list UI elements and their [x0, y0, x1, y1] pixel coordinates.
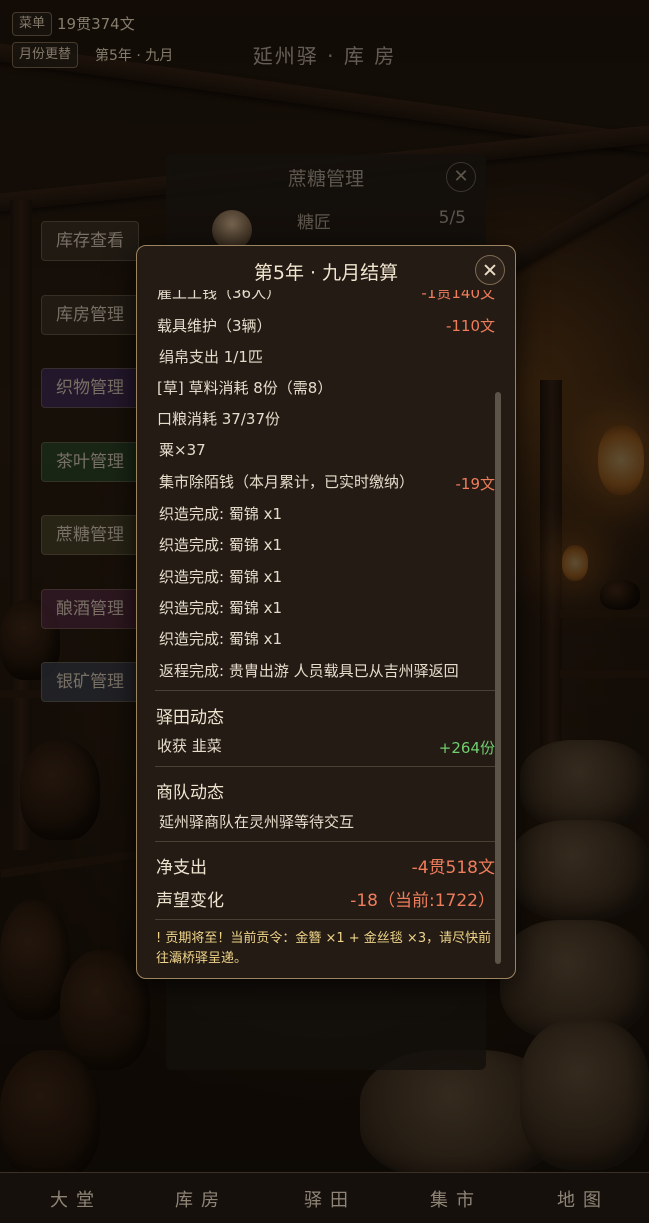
row-label: 绢帛支出 1/1匹 — [159, 348, 263, 366]
scrollbar-thumb[interactable] — [495, 392, 501, 964]
caravan-section-heading: 商队动态 — [156, 783, 224, 803]
row-value: +264份 — [438, 739, 495, 757]
row-label: 织造完成: 蜀锦 x1 — [159, 536, 283, 554]
row-label: 集市除陌钱（本月累计，已实时缴纳） — [159, 473, 415, 491]
tribute-warning: ! 贡期将至！当前贡令：金簪 ×1 + 金丝毯 ×3，请尽快前往灞桥驿呈递。 — [156, 931, 492, 966]
row-label: 声望变化 — [156, 891, 224, 911]
nav-map[interactable]: 地图 — [557, 1186, 609, 1212]
net-expense-row: 净支出 -4贯518文 — [156, 853, 495, 878]
settlement-scroll-area[interactable]: 雇工工钱（36人） -1贯140文 载具维护（3辆） -110文 绢帛支出 1/… — [137, 290, 515, 968]
divider — [155, 841, 495, 842]
row-label: 织造完成: 蜀锦 x1 — [159, 505, 283, 523]
list-item: 粟×37 — [159, 439, 495, 460]
row-value: -19文 — [455, 475, 496, 493]
modal-title: 第5年 · 九月结算 — [253, 262, 399, 284]
net-expense-value: -4贯518文 — [411, 858, 495, 878]
row-label: 载具维护（3辆） — [157, 317, 272, 335]
reputation-row: 声望变化 -18（当前:1722） — [156, 886, 495, 911]
scrollbar[interactable] — [495, 290, 501, 966]
list-item: 载具维护（3辆） -110文 — [157, 315, 495, 336]
list-item: 集市除陌钱（本月累计，已实时缴纳） -19文 — [159, 471, 496, 493]
nav-market[interactable]: 集市 — [430, 1186, 482, 1212]
list-item: [草] 草料消耗 8份（需8） — [157, 377, 495, 398]
list-item: 织造完成: 蜀锦 x1 — [159, 503, 495, 524]
row-label: 织造完成: 蜀锦 x1 — [159, 599, 283, 617]
bottom-nav: 大堂 库房 驿田 集市 地图 — [0, 1172, 649, 1223]
row-label: 收获 韭菜 — [157, 737, 222, 755]
nav-warehouse[interactable]: 库房 — [175, 1186, 227, 1212]
row-value: -1贯140文 — [421, 290, 495, 302]
list-item: 织造完成: 蜀锦 x1 — [159, 628, 495, 649]
row-label: 口粮消耗 37/37份 — [157, 410, 280, 428]
row-value: -110文 — [445, 317, 495, 335]
close-icon[interactable] — [475, 255, 505, 285]
divider — [155, 690, 495, 691]
list-item: 织造完成: 蜀锦 x1 — [159, 566, 495, 587]
list-item: 织造完成: 蜀锦 x1 — [159, 597, 495, 618]
row-label: 雇工工钱（36人） — [157, 290, 282, 302]
list-item: 绢帛支出 1/1匹 — [159, 346, 495, 367]
nav-hall[interactable]: 大堂 — [50, 1186, 102, 1212]
caravan-status-row: 延州驿商队在灵州驿等待交互 — [159, 811, 495, 832]
divider — [155, 766, 495, 767]
row-label: 织造完成: 蜀锦 x1 — [159, 630, 283, 648]
list-item: 雇工工钱（36人） -1贯140文 — [157, 290, 495, 303]
list-item: 返程完成: 贵胄出游 人员载具已从吉州驿返回 — [159, 660, 495, 681]
settlement-modal: 第5年 · 九月结算 雇工工钱（36人） -1贯140文 载具维护（3辆） -1… — [136, 245, 516, 979]
row-label: 返程完成: 贵胄出游 人员载具已从吉州驿返回 — [159, 662, 459, 680]
row-label: 织造完成: 蜀锦 x1 — [159, 568, 283, 586]
row-label: 粟×37 — [159, 441, 206, 459]
divider — [155, 919, 495, 920]
list-item: 口粮消耗 37/37份 — [157, 408, 495, 429]
nav-fields[interactable]: 驿田 — [304, 1186, 356, 1212]
list-item: 织造完成: 蜀锦 x1 — [159, 534, 495, 555]
reputation-value: -18（当前:1722） — [350, 891, 495, 911]
row-label: 净支出 — [156, 858, 207, 878]
row-label: 延州驿商队在灵州驿等待交互 — [159, 813, 355, 831]
field-section-heading: 驿田动态 — [156, 708, 224, 728]
field-harvest-row: 收获 韭菜 +264份 — [157, 735, 495, 757]
row-label: [草] 草料消耗 8份（需8） — [157, 379, 333, 397]
